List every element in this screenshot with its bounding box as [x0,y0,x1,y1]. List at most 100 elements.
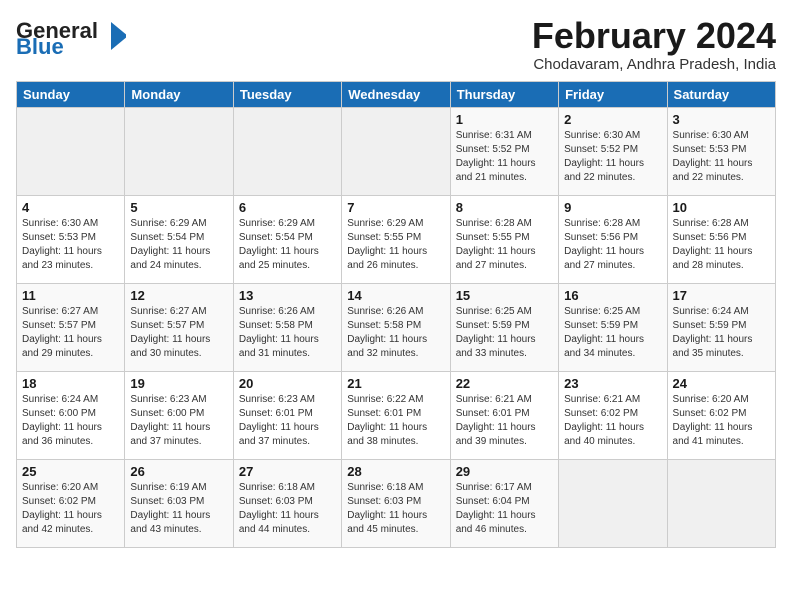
calendar-header-row: SundayMondayTuesdayWednesdayThursdayFrid… [17,81,776,107]
day-number: 13 [239,288,336,303]
day-info: Sunrise: 6:18 AM Sunset: 6:03 PM Dayligh… [347,481,444,537]
day-number: 9 [564,200,661,215]
calendar-cell: 10Sunrise: 6:28 AM Sunset: 5:56 PM Dayli… [667,195,775,283]
weekday-header: Saturday [667,81,775,107]
day-info: Sunrise: 6:24 AM Sunset: 5:59 PM Dayligh… [673,305,770,361]
calendar-cell [17,107,125,195]
calendar-cell: 3Sunrise: 6:30 AM Sunset: 5:53 PM Daylig… [667,107,775,195]
day-number: 10 [673,200,770,215]
calendar-week-row: 18Sunrise: 6:24 AM Sunset: 6:00 PM Dayli… [17,371,776,459]
calendar-cell: 5Sunrise: 6:29 AM Sunset: 5:54 PM Daylig… [125,195,233,283]
calendar-cell: 11Sunrise: 6:27 AM Sunset: 5:57 PM Dayli… [17,283,125,371]
calendar-cell: 22 Sunrise: 6:21 AM Sunset: 6:01 PM Dayli… [450,371,558,459]
day-number: 17 [673,288,770,303]
calendar-week-row: 4 Sunrise: 6:30 AM Sunset: 5:53 PM Daylig… [17,195,776,283]
calendar-cell: 1Sunrise: 6:31 AM Sunset: 5:52 PM Daylig… [450,107,558,195]
logo-svg: General Blue [16,16,126,56]
day-number: 14 [347,288,444,303]
calendar-week-row: 11Sunrise: 6:27 AM Sunset: 5:57 PM Dayli… [17,283,776,371]
weekday-header: Tuesday [233,81,341,107]
day-info: Sunrise: 6:25 AM Sunset: 5:59 PM Dayligh… [564,305,661,361]
calendar-cell: 25 Sunrise: 6:20 AM Sunset: 6:02 PM Dayli… [17,459,125,547]
title-area: February 2024 Chodavaram, Andhra Pradesh… [532,16,776,73]
day-info: Sunrise: 6:26 AM Sunset: 5:58 PM Dayligh… [239,305,336,361]
day-number: 29 [456,464,553,479]
calendar-cell: 19Sunrise: 6:23 AM Sunset: 6:00 PM Dayli… [125,371,233,459]
day-number: 25 [22,464,119,479]
calendar-cell: 7 Sunrise: 6:29 AM Sunset: 5:55 PM Daylig… [342,195,450,283]
day-info: Sunrise: 6:30 AM Sunset: 5:53 PM Dayligh… [22,217,119,273]
logo: General Blue [16,16,126,56]
day-info: Sunrise: 6:20 AM Sunset: 6:02 PM Dayligh… [22,481,119,537]
day-info: Sunrise: 6:22 AM Sunset: 6:01 PM Dayligh… [347,393,444,449]
day-info: Sunrise: 6:17 AM Sunset: 6:04 PM Dayligh… [456,481,553,537]
day-info: Sunrise: 6:29 AM Sunset: 5:55 PM Dayligh… [347,217,444,273]
day-info: Sunrise: 6:20 AM Sunset: 6:02 PM Dayligh… [673,393,770,449]
calendar-cell: 18Sunrise: 6:24 AM Sunset: 6:00 PM Dayli… [17,371,125,459]
calendar-cell: 12 Sunrise: 6:27 AM Sunset: 5:57 PM Dayli… [125,283,233,371]
calendar-cell: 15 Sunrise: 6:25 AM Sunset: 5:59 PM Dayli… [450,283,558,371]
day-number: 16 [564,288,661,303]
day-number: 21 [347,376,444,391]
day-number: 1 [456,112,553,127]
day-info: Sunrise: 6:29 AM Sunset: 5:54 PM Dayligh… [130,217,227,273]
calendar-cell: 27 Sunrise: 6:18 AM Sunset: 6:03 PM Dayli… [233,459,341,547]
calendar-cell: 17 Sunrise: 6:24 AM Sunset: 5:59 PM Dayli… [667,283,775,371]
day-info: Sunrise: 6:25 AM Sunset: 5:59 PM Dayligh… [456,305,553,361]
calendar-cell: 4 Sunrise: 6:30 AM Sunset: 5:53 PM Daylig… [17,195,125,283]
calendar-table: SundayMondayTuesdayWednesdayThursdayFrid… [16,81,776,548]
page-header: General Blue February 2024 Chodavaram, A… [16,16,776,73]
weekday-header: Sunday [17,81,125,107]
calendar-cell: 20 Sunrise: 6:23 AM Sunset: 6:01 PM Dayli… [233,371,341,459]
calendar-cell: 13 Sunrise: 6:26 AM Sunset: 5:58 PM Dayli… [233,283,341,371]
day-number: 23 [564,376,661,391]
day-info: Sunrise: 6:27 AM Sunset: 5:57 PM Dayligh… [22,305,119,361]
day-number: 12 [130,288,227,303]
day-info: Sunrise: 6:21 AM Sunset: 6:01 PM Dayligh… [456,393,553,449]
calendar-cell: 29 Sunrise: 6:17 AM Sunset: 6:04 PM Dayli… [450,459,558,547]
calendar-week-row: 1Sunrise: 6:31 AM Sunset: 5:52 PM Daylig… [17,107,776,195]
day-number: 20 [239,376,336,391]
day-number: 22 [456,376,553,391]
day-info: Sunrise: 6:26 AM Sunset: 5:58 PM Dayligh… [347,305,444,361]
day-number: 8 [456,200,553,215]
day-info: Sunrise: 6:28 AM Sunset: 5:56 PM Dayligh… [564,217,661,273]
calendar-cell [667,459,775,547]
day-info: Sunrise: 6:30 AM Sunset: 5:53 PM Dayligh… [673,129,770,185]
day-info: Sunrise: 6:21 AM Sunset: 6:02 PM Dayligh… [564,393,661,449]
day-info: Sunrise: 6:27 AM Sunset: 5:57 PM Dayligh… [130,305,227,361]
day-info: Sunrise: 6:23 AM Sunset: 6:01 PM Dayligh… [239,393,336,449]
day-number: 7 [347,200,444,215]
day-number: 6 [239,200,336,215]
month-title: February 2024 [532,16,776,56]
calendar-cell: 24 Sunrise: 6:20 AM Sunset: 6:02 PM Dayli… [667,371,775,459]
day-number: 24 [673,376,770,391]
calendar-cell: 16 Sunrise: 6:25 AM Sunset: 5:59 PM Dayli… [559,283,667,371]
day-number: 15 [456,288,553,303]
weekday-header: Friday [559,81,667,107]
day-info: Sunrise: 6:18 AM Sunset: 6:03 PM Dayligh… [239,481,336,537]
svg-text:Blue: Blue [16,34,64,56]
calendar-cell: 2Sunrise: 6:30 AM Sunset: 5:52 PM Daylig… [559,107,667,195]
calendar-cell: 8 Sunrise: 6:28 AM Sunset: 5:55 PM Daylig… [450,195,558,283]
calendar-cell: 14 Sunrise: 6:26 AM Sunset: 5:58 PM Dayli… [342,283,450,371]
calendar-cell [342,107,450,195]
day-number: 28 [347,464,444,479]
day-info: Sunrise: 6:23 AM Sunset: 6:00 PM Dayligh… [130,393,227,449]
calendar-cell: 21 Sunrise: 6:22 AM Sunset: 6:01 PM Dayli… [342,371,450,459]
day-number: 26 [130,464,227,479]
calendar-cell [559,459,667,547]
weekday-header: Thursday [450,81,558,107]
day-number: 27 [239,464,336,479]
calendar-cell: 28 Sunrise: 6:18 AM Sunset: 6:03 PM Dayli… [342,459,450,547]
location: Chodavaram, Andhra Pradesh, India [532,56,776,73]
day-number: 4 [22,200,119,215]
calendar-cell: 26Sunrise: 6:19 AM Sunset: 6:03 PM Dayli… [125,459,233,547]
day-info: Sunrise: 6:28 AM Sunset: 5:55 PM Dayligh… [456,217,553,273]
day-number: 2 [564,112,661,127]
calendar-cell [125,107,233,195]
weekday-header: Monday [125,81,233,107]
weekday-header: Wednesday [342,81,450,107]
calendar-cell: 9 Sunrise: 6:28 AM Sunset: 5:56 PM Daylig… [559,195,667,283]
calendar-cell: 23 Sunrise: 6:21 AM Sunset: 6:02 PM Dayli… [559,371,667,459]
